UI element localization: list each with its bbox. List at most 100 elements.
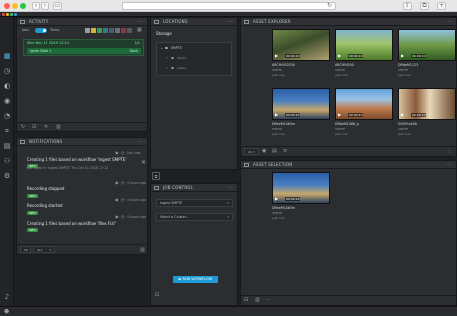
job-control-header: JOB CONTROL ··· xyxy=(151,184,237,192)
bell-icon[interactable]: ♪ xyxy=(3,293,11,301)
asset-thumbnail[interactable]: ▶ 00:00:10 xyxy=(272,29,330,61)
close-window-button[interactable] xyxy=(4,3,10,9)
locations-panel: LOCATIONS ··· Storage ⌄ ▪ SMPTE › ▪ Stud… xyxy=(150,17,238,170)
swatch-green[interactable] xyxy=(97,28,102,33)
notification-title: Creating 1 files based on workflow 'Inge… xyxy=(27,157,127,162)
zoom-window-button[interactable] xyxy=(20,3,26,9)
gear-icon[interactable]: ⚙ xyxy=(3,172,11,180)
eye-icon[interactable]: ◉ xyxy=(115,150,119,156)
play-icon[interactable]: ▶ xyxy=(338,112,341,117)
calendar-icon[interactable]: ▦ xyxy=(137,27,142,33)
asset-selection-title: ASSET SELECTION xyxy=(253,162,293,167)
copy-icon[interactable]: ⧉ xyxy=(152,172,160,180)
notification-title: Creating 1 files based on workflow 'file… xyxy=(27,221,116,226)
tabs-button[interactable]: ⧉ xyxy=(420,2,429,10)
check-icon[interactable]: ☑ xyxy=(32,124,36,130)
play-icon[interactable]: ▶ xyxy=(338,53,341,58)
cluster-select[interactable]: Select a Cluster... ▾ xyxy=(156,213,233,221)
asset-thumbnail[interactable]: ▶ 00:00:10 xyxy=(398,29,456,61)
notification-time: 4 hours ago xyxy=(127,198,146,202)
asset-selection-header: ASSET SELECTION ··· xyxy=(241,161,456,169)
trash-icon[interactable]: ▥ xyxy=(56,124,61,130)
globe-icon[interactable]: ◉ xyxy=(3,97,11,105)
pie-icon[interactable]: ◔ xyxy=(3,112,11,120)
asset-page-size-value: 20 xyxy=(248,150,252,154)
asset-page-size-select[interactable]: 20 ▾ xyxy=(244,148,259,155)
job-task-row[interactable]: Ignite Slate 1 Done xyxy=(27,48,141,54)
forward-button[interactable]: › xyxy=(41,2,49,10)
asset-thumbnail[interactable]: ▶ 00:00:10 xyxy=(335,88,393,120)
swatch-dark[interactable] xyxy=(127,28,132,33)
chevron-right-icon[interactable]: › xyxy=(166,55,168,61)
minimize-window-button[interactable] xyxy=(12,3,18,9)
play-icon[interactable]: ▶ xyxy=(401,112,404,117)
notification-filter-select[interactable]: ALL ▾ xyxy=(33,246,55,253)
address-bar[interactable]: ↻ xyxy=(122,2,336,10)
play-icon[interactable]: ▶ xyxy=(275,112,278,117)
crop-icon[interactable]: ⌗ xyxy=(3,127,11,135)
tree-node[interactable]: › ▪ Lobby xyxy=(166,65,226,71)
workflow-select[interactable]: Ingest SMPTE ▾ xyxy=(156,199,233,207)
asset-location: SMPTE xyxy=(335,68,346,72)
eye-icon[interactable]: ◉ xyxy=(115,180,119,186)
swatch-grey[interactable] xyxy=(85,28,90,33)
job-card[interactable]: Mon Nov 11 2019 12:12 1/1 Ignite Slate 1… xyxy=(23,39,144,56)
lock-icon[interactable]: ⊡ xyxy=(155,292,159,298)
jobs-tasks-toggle[interactable] xyxy=(35,28,47,33)
browser-titlebar: ‹ › ▭ ↻ ⇪ ⧉ + xyxy=(0,0,457,12)
chevron-down-icon[interactable]: ⌄ xyxy=(160,45,163,51)
close-icon[interactable]: ✕ xyxy=(44,124,48,130)
more-icon[interactable]: ··· xyxy=(447,161,452,169)
notification-filter-value: ALL xyxy=(37,248,43,252)
asset-thumbnail[interactable]: ▶ 00:00:10 xyxy=(398,88,456,120)
tree-node[interactable]: › ▪ Studio xyxy=(166,55,226,61)
refresh-icon[interactable]: ↻ xyxy=(327,3,332,9)
more-icon[interactable]: ··· xyxy=(228,184,233,192)
play-icon[interactable]: ▶ xyxy=(275,53,278,58)
eye-icon[interactable]: ◉ xyxy=(115,214,119,220)
share-button[interactable]: ⇪ xyxy=(403,2,412,10)
refresh-icon[interactable]: ↻ xyxy=(21,124,25,130)
asset-name: DRbeM1068_p xyxy=(335,122,359,126)
swatch-yellow[interactable] xyxy=(91,28,96,33)
tree-node-root[interactable]: ⌄ ▪ SMPTE xyxy=(160,45,228,51)
activity-icon[interactable]: ◐ xyxy=(3,82,11,90)
lock-icon[interactable]: ⊡ xyxy=(244,297,248,303)
more-options-icon[interactable]: ⋯ xyxy=(266,297,271,303)
grid-icon[interactable]: ▦ xyxy=(3,52,11,60)
more-icon[interactable]: ··· xyxy=(138,138,143,146)
trash-icon[interactable]: ▥ xyxy=(140,247,145,253)
play-icon[interactable]: ▶ xyxy=(275,196,278,201)
trash-icon[interactable]: ▥ xyxy=(255,297,260,303)
run-workflow-button[interactable]: ▶ RUN WORKFLOW xyxy=(173,276,218,283)
swatch-slate[interactable] xyxy=(115,28,120,33)
users-icon[interactable]: ⚇ xyxy=(3,157,11,165)
more-options-icon[interactable]: ⋮ xyxy=(447,148,452,154)
job-task-status: Done xyxy=(129,49,138,53)
swatch-red[interactable] xyxy=(121,28,126,33)
sort-icon[interactable]: ≡ xyxy=(283,148,287,154)
eye-icon[interactable]: ◉ xyxy=(115,197,119,203)
page-size-select[interactable]: 20 xyxy=(20,246,31,253)
user-icon[interactable]: ☻ xyxy=(4,309,9,315)
asset-thumbnail[interactable]: ▶ 00:00:10 xyxy=(272,172,330,204)
asset-thumbnail[interactable]: ▶ 00:00:10 xyxy=(272,88,330,120)
more-icon[interactable]: ··· xyxy=(447,18,452,26)
back-button[interactable]: ‹ xyxy=(32,2,40,10)
clock-icon[interactable]: ◷ xyxy=(3,67,11,75)
chevron-right-icon[interactable]: › xyxy=(166,65,168,71)
more-icon[interactable]: ··· xyxy=(138,18,143,26)
apps-icon[interactable]: ▤ xyxy=(3,142,11,150)
sidebar-toggle-button[interactable]: ▭ xyxy=(53,2,62,10)
eye-icon[interactable]: ◉ xyxy=(262,148,266,154)
new-tab-button[interactable]: + xyxy=(437,2,446,10)
swatch-navy[interactable] xyxy=(109,28,114,33)
play-icon[interactable]: ▶ xyxy=(401,53,404,58)
asset-thumbnail[interactable]: ▶ 00:00:10 xyxy=(335,29,393,61)
list-view-icon[interactable]: ▤ xyxy=(272,148,277,154)
asset-name: ARCHIVE0700 xyxy=(272,63,295,67)
close-icon[interactable]: ✕ xyxy=(141,160,146,166)
swatch-teal[interactable] xyxy=(103,28,108,33)
asset-time: just now xyxy=(272,73,285,77)
more-icon[interactable]: ··· xyxy=(228,18,233,26)
